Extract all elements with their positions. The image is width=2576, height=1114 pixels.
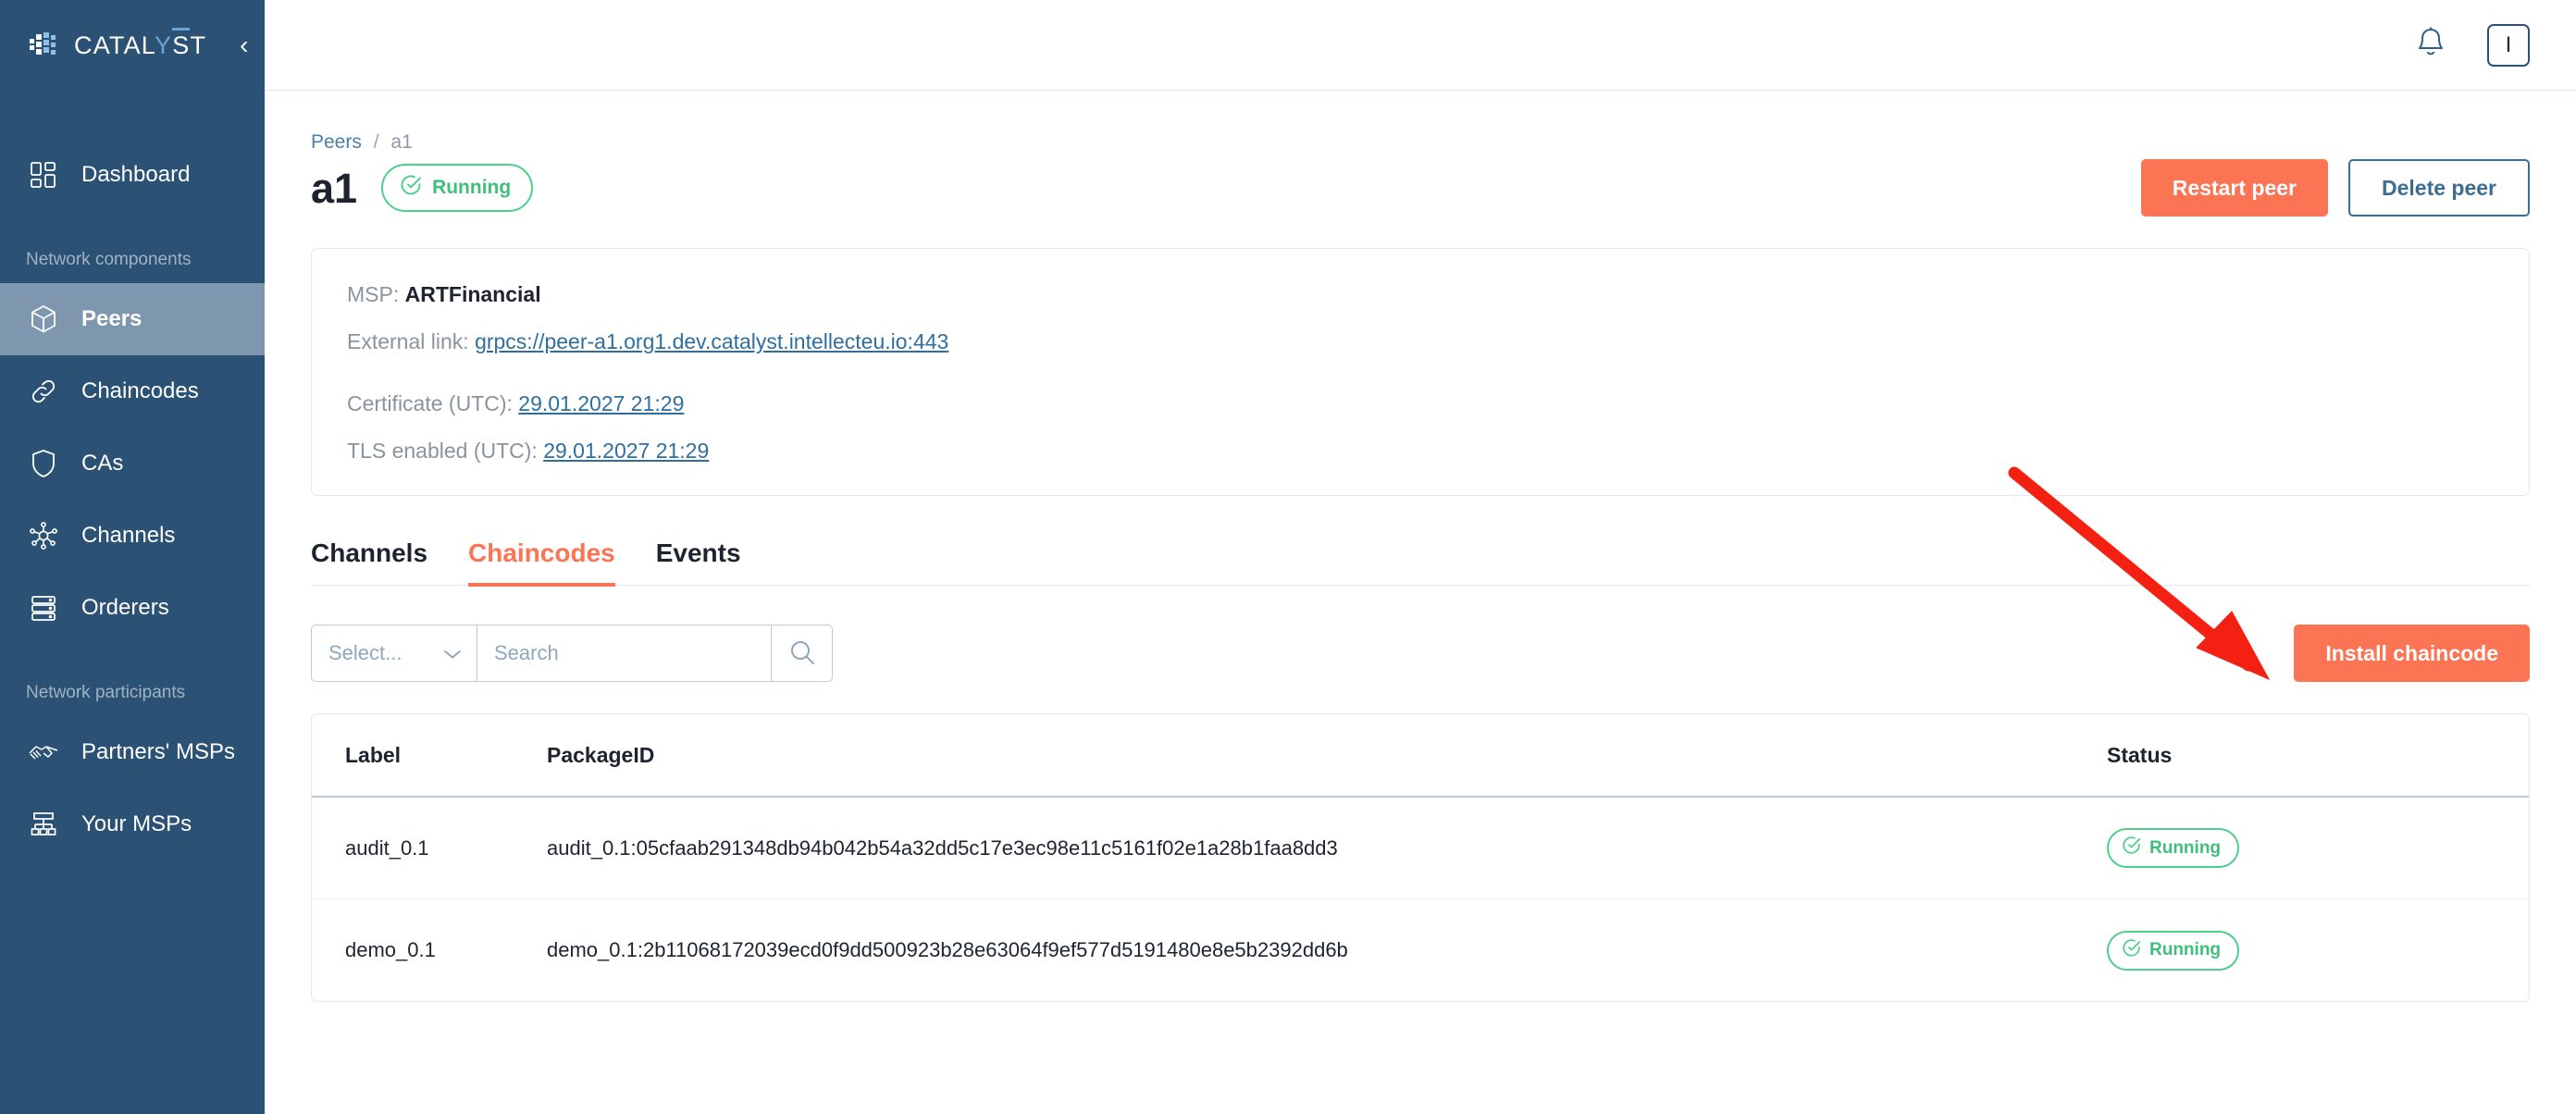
sidebar-section-network-components: Network components [26,250,192,269]
status-badge-label: Running [2149,940,2222,959]
sidebar-item-chaincodes[interactable]: Chaincodes [0,355,265,427]
link-icon [26,374,61,409]
main-area: I Peers / a1 a1 Running Restart peer Del… [265,0,2576,1114]
breadcrumb-peers-link[interactable]: Peers [311,131,362,153]
server-icon [26,590,61,625]
column-header-status: Status [2107,742,2173,767]
page-title: a1 [311,164,358,212]
filter-group: Select... [311,625,833,682]
sidebar-item-label: Peers [81,306,142,331]
tls-label: TLS enabled (UTC): [347,439,538,463]
dashboard-icon [26,157,61,192]
filter-select-value: Select... [328,641,402,664]
status-badge-label: Running [2149,837,2222,858]
cell-label: demo_0.1 [345,938,436,961]
sidebar-item-label: Chaincodes [81,378,199,403]
status-badge: Running [2107,930,2240,971]
topbar: I [265,0,2576,91]
table-row[interactable]: audit_0.1 audit_0.1:05cfaab291348db94b04… [312,798,2529,899]
avatar[interactable]: I [2487,23,2530,67]
table-toolbar: Select... Search Install chaincode [311,625,2530,682]
cell-packageid: audit_0.1:05cfaab291348db94b042b54a32dd5… [547,836,1338,860]
check-circle-icon [400,174,422,202]
sidebar-item-cas[interactable]: CAs [0,427,265,500]
sidebar-item-label: CAs [81,451,124,476]
status-badge: Running [2107,828,2240,868]
brand-name: CATALYST [74,27,206,60]
info-row-msp: MSP: ARTFinancial [347,282,2494,307]
restart-peer-button[interactable]: Restart peer [2140,159,2328,217]
search-icon [788,638,816,669]
certificate-label: Certificate (UTC): [347,391,513,415]
sidebar-item-orderers[interactable]: Orderers [0,572,265,644]
msp-label: MSP: [347,282,400,306]
sidebar-item-dashboard[interactable]: Dashboard [0,139,265,211]
sidebar-section-network-participants: Network participants [26,683,186,702]
tab-channels[interactable]: Channels [311,538,427,587]
page-actions: Restart peer Delete peer [2140,159,2530,217]
sidebar: CATALYST ‹ Dashboard Network components [0,0,265,1114]
search-button[interactable] [772,625,833,682]
search-input[interactable] [477,625,772,682]
filter-select[interactable]: Select... [311,625,477,682]
check-circle-icon [2122,836,2141,860]
column-header-label: Label [345,742,402,767]
org-chart-icon [26,807,61,842]
sidebar-item-label: Partners' MSPs [81,739,235,764]
tls-value[interactable]: 29.01.2027 21:29 [543,439,709,463]
breadcrumb-current: a1 [390,131,413,153]
table-row[interactable]: demo_0.1 demo_0.1:2b11068172039ecd0f9dd5… [312,899,2529,1001]
certificate-value[interactable]: 29.01.2027 21:29 [518,391,684,415]
delete-peer-button[interactable]: Delete peer [2347,159,2530,217]
avatar-initial: I [2505,31,2512,57]
bell-icon[interactable] [2415,26,2446,64]
chaincodes-table: Label PackageID Status audit_0.1 audit_0… [311,713,2530,1002]
sidebar-item-peers[interactable]: Peers [0,283,265,355]
handshake-icon [26,735,61,770]
external-link-label: External link: [347,329,469,353]
chevron-down-icon [443,641,462,665]
shield-icon [26,446,61,481]
page-title-group: a1 Running [311,164,534,212]
breadcrumb: Peers / a1 [311,131,2530,154]
msp-value: ARTFinancial [404,282,541,306]
info-row-external-link: External link: grpcs://peer-a1.org1.dev.… [347,329,2494,354]
tab-bar: Channels Chaincodes Events [311,538,2530,587]
cell-label: audit_0.1 [345,836,429,860]
catalyst-logo-icon [30,31,61,59]
cube-icon [26,302,61,337]
app-root: CATALYST ‹ Dashboard Network components [0,0,2576,1114]
network-icon [26,518,61,553]
column-header-packageid: PackageID [547,742,655,767]
sidebar-item-channels[interactable]: Channels [0,500,265,572]
cell-status: Running [2107,828,2496,868]
chevron-left-icon[interactable]: ‹ [240,32,248,58]
sidebar-item-partners-msps[interactable]: Partners' MSPs [0,716,265,788]
page-title-row: a1 Running Restart peer Delete peer [311,159,2530,217]
page-content: Peers / a1 a1 Running Restart peer Delet… [265,91,2576,1002]
check-circle-icon [2122,938,2141,963]
sidebar-item-label: Dashboard [81,162,191,187]
status-badge-label: Running [432,177,512,198]
sidebar-item-label: Channels [81,523,176,548]
tab-events[interactable]: Events [656,538,741,587]
sidebar-item-your-msps[interactable]: Your MSPs [0,788,265,860]
info-row-tls: TLS enabled (UTC): 29.01.2027 21:29 [347,439,2494,464]
cell-packageid: demo_0.1:2b11068172039ecd0f9dd500923b28e… [547,938,1348,961]
sidebar-item-label: Your MSPs [81,811,192,836]
tab-chaincodes[interactable]: Chaincodes [468,538,615,587]
breadcrumb-separator: / [373,131,379,153]
sidebar-item-label: Orderers [81,595,169,620]
external-link-value[interactable]: grpcs://peer-a1.org1.dev.catalyst.intell… [475,329,948,353]
install-chaincode-button[interactable]: Install chaincode [2294,625,2530,682]
info-row-certificate: Certificate (UTC): 29.01.2027 21:29 [347,391,2494,416]
cell-status: Running [2107,930,2496,971]
table-header-row: Label PackageID Status [312,714,2529,798]
sidebar-nav: Dashboard Network components Peers Chain… [0,139,265,860]
status-badge: Running [381,164,534,212]
peer-info-card: MSP: ARTFinancial External link: grpcs:/… [311,248,2530,496]
brand-header: CATALYST ‹ [0,0,265,91]
